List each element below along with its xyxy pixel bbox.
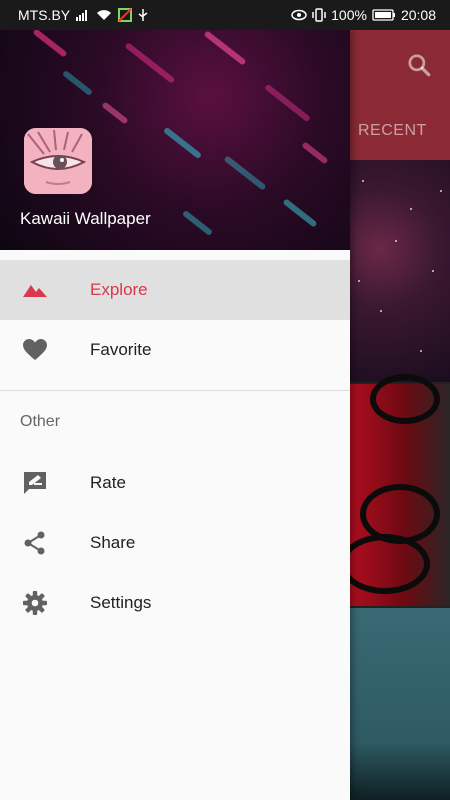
share-icon <box>24 531 45 555</box>
rate-review-icon <box>24 472 46 494</box>
menu-item-label: Share <box>90 533 136 552</box>
search-icon[interactable] <box>406 52 432 78</box>
battery-percent: 100% <box>331 7 367 23</box>
menu-item-favorite[interactable]: Favorite <box>0 320 350 380</box>
heart-icon <box>23 339 47 360</box>
menu-item-label: Rate <box>90 473 126 492</box>
app-toolbar: RECENT <box>350 30 450 160</box>
menu-item-rate[interactable]: Rate <box>0 453 350 513</box>
data-saver-icon <box>118 8 133 22</box>
menu-item-settings[interactable]: Settings <box>0 573 350 633</box>
gear-icon <box>23 591 47 615</box>
landscape-icon <box>23 285 47 297</box>
wallpaper-thumbnail[interactable] <box>350 608 450 800</box>
vibrate-icon <box>312 8 326 22</box>
clock: 20:08 <box>400 7 436 23</box>
wallpaper-thumbnail[interactable] <box>350 374 450 606</box>
menu-item-share[interactable]: Share <box>0 513 350 573</box>
menu-item-label: Explore <box>90 280 148 299</box>
menu-item-label: Favorite <box>90 340 152 359</box>
menu-item-explore[interactable]: Explore <box>0 260 350 320</box>
app-logo <box>24 128 92 194</box>
drawer-header: Kawaii Wallpaper <box>0 30 350 250</box>
usb-icon <box>138 9 148 21</box>
status-bar: MTS.BY 100% 20:08 <box>0 0 450 30</box>
tab-recent[interactable]: RECENT <box>358 122 427 140</box>
drawer-menu: Explore Favorite Other Rate Share Settin… <box>0 260 350 633</box>
background-app: RECENT <box>350 30 450 800</box>
navigation-drawer: Kawaii Wallpaper Explore Favorite Other … <box>0 30 350 800</box>
eye-icon <box>291 9 307 21</box>
section-title: Other <box>20 413 61 430</box>
carrier-label: MTS.BY <box>18 7 71 23</box>
wifi-icon <box>97 10 112 20</box>
signal-icon <box>76 10 88 21</box>
battery-icon <box>372 9 395 21</box>
app-title: Kawaii Wallpaper <box>20 209 151 228</box>
wallpaper-thumbnail[interactable] <box>350 160 450 382</box>
menu-item-label: Settings <box>90 593 152 612</box>
